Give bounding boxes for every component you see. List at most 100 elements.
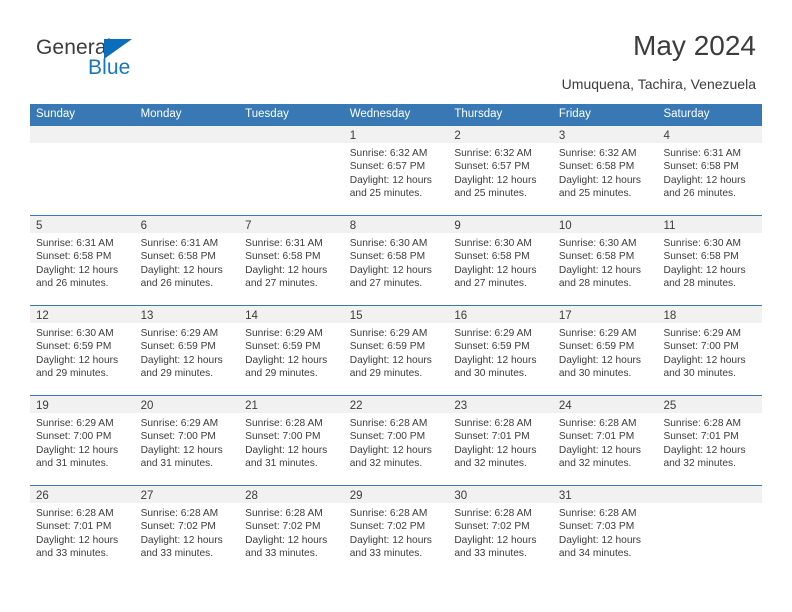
day-cell[interactable]: 11 Sunrise: 6:30 AM Sunset: 6:58 PM Dayl… bbox=[657, 216, 763, 305]
sunset-text: Sunset: 6:59 PM bbox=[140, 341, 216, 353]
day-cell[interactable]: 13 Sunrise: 6:29 AM Sunset: 6:59 PM Dayl… bbox=[134, 306, 240, 395]
day-number: 24 bbox=[558, 400, 572, 412]
sunrise-text: Sunrise: 6:28 AM bbox=[245, 508, 323, 519]
daylight-text-line2: and 25 minutes. bbox=[349, 187, 423, 199]
daylight-text-line1: Daylight: 12 hours bbox=[245, 444, 328, 456]
daylight-text-line2: and 31 minutes. bbox=[140, 457, 214, 469]
day-cell[interactable]: 21 Sunrise: 6:28 AM Sunset: 7:00 PM Dayl… bbox=[239, 396, 344, 485]
day-cell[interactable]: 7 Sunrise: 6:31 AM Sunset: 6:58 PM Dayli… bbox=[239, 216, 344, 305]
daylight-text-line1: Daylight: 12 hours bbox=[36, 354, 119, 366]
day-number-band: 28 bbox=[239, 486, 344, 503]
sunrise-text: Sunrise: 6:30 AM bbox=[663, 238, 742, 249]
day-number-band: 20 bbox=[134, 396, 240, 413]
day-cell[interactable]: 24 Sunrise: 6:28 AM Sunset: 7:01 PM Dayl… bbox=[552, 396, 658, 485]
day-details: Sunrise: 6:29 AM Sunset: 6:59 PM Dayligh… bbox=[553, 323, 658, 380]
day-cell[interactable] bbox=[134, 126, 240, 215]
day-number: 15 bbox=[349, 310, 363, 322]
day-number: 16 bbox=[454, 310, 468, 322]
day-cell[interactable]: 8 Sunrise: 6:30 AM Sunset: 6:58 PM Dayli… bbox=[343, 216, 449, 305]
day-cell[interactable]: 2 Sunrise: 6:32 AM Sunset: 6:57 PM Dayli… bbox=[448, 126, 553, 215]
day-details: Sunrise: 6:29 AM Sunset: 6:59 PM Dayligh… bbox=[448, 323, 553, 380]
day-cell[interactable]: 16 Sunrise: 6:29 AM Sunset: 6:59 PM Dayl… bbox=[448, 306, 553, 395]
day-number-band: 5 bbox=[30, 216, 135, 233]
sunrise-text: Sunrise: 6:29 AM bbox=[140, 328, 219, 339]
general-blue-logo[interactable]: General Blue bbox=[36, 36, 216, 84]
sunset-text: Sunset: 7:02 PM bbox=[140, 521, 216, 533]
day-cell[interactable]: 4 Sunrise: 6:31 AM Sunset: 6:58 PM Dayli… bbox=[657, 126, 763, 215]
day-details: Sunrise: 6:30 AM Sunset: 6:59 PM Dayligh… bbox=[30, 323, 135, 380]
day-details: Sunrise: 6:29 AM Sunset: 7:00 PM Dayligh… bbox=[657, 323, 762, 380]
weekday-header-row: Sunday Monday Tuesday Wednesday Thursday… bbox=[30, 104, 762, 125]
day-details bbox=[30, 143, 135, 147]
day-cell[interactable] bbox=[30, 126, 135, 215]
day-cell[interactable]: 3 Sunrise: 6:32 AM Sunset: 6:58 PM Dayli… bbox=[552, 126, 658, 215]
day-number: 19 bbox=[36, 400, 49, 412]
daylight-text-line1: Daylight: 12 hours bbox=[558, 264, 642, 276]
day-cell[interactable]: 28 Sunrise: 6:28 AM Sunset: 7:02 PM Dayl… bbox=[239, 486, 344, 575]
day-cell[interactable]: 12 Sunrise: 6:30 AM Sunset: 6:59 PM Dayl… bbox=[30, 306, 135, 395]
sunrise-text: Sunrise: 6:28 AM bbox=[663, 418, 742, 429]
day-details: Sunrise: 6:28 AM Sunset: 7:00 PM Dayligh… bbox=[344, 413, 449, 470]
sunrise-text: Sunrise: 6:29 AM bbox=[140, 418, 219, 429]
sunrise-text: Sunrise: 6:32 AM bbox=[349, 148, 428, 159]
weekday-header-monday: Monday bbox=[140, 108, 182, 120]
sunrise-text: Sunrise: 6:31 AM bbox=[36, 238, 114, 249]
sunset-text: Sunset: 6:57 PM bbox=[349, 161, 426, 173]
day-cell[interactable]: 27 Sunrise: 6:28 AM Sunset: 7:02 PM Dayl… bbox=[134, 486, 240, 575]
day-number: 10 bbox=[558, 220, 572, 232]
daylight-text-line1: Daylight: 12 hours bbox=[140, 534, 223, 546]
daylight-text-line1: Daylight: 12 hours bbox=[349, 354, 432, 366]
day-cell[interactable]: 1 Sunrise: 6:32 AM Sunset: 6:57 PM Dayli… bbox=[343, 126, 449, 215]
day-cell[interactable]: 15 Sunrise: 6:29 AM Sunset: 6:59 PM Dayl… bbox=[343, 306, 449, 395]
day-cell[interactable]: 5 Sunrise: 6:31 AM Sunset: 6:58 PM Dayli… bbox=[30, 216, 135, 305]
day-cell[interactable]: 17 Sunrise: 6:29 AM Sunset: 6:59 PM Dayl… bbox=[552, 306, 658, 395]
daylight-text-line1: Daylight: 12 hours bbox=[349, 534, 432, 546]
day-details: Sunrise: 6:29 AM Sunset: 6:59 PM Dayligh… bbox=[135, 323, 240, 380]
day-cell[interactable]: 30 Sunrise: 6:28 AM Sunset: 7:02 PM Dayl… bbox=[448, 486, 553, 575]
day-cell[interactable]: 20 Sunrise: 6:29 AM Sunset: 7:00 PM Dayl… bbox=[134, 396, 240, 485]
day-details: Sunrise: 6:31 AM Sunset: 6:58 PM Dayligh… bbox=[30, 233, 135, 290]
day-number: 11 bbox=[663, 220, 676, 232]
daylight-text-line2: and 33 minutes. bbox=[454, 547, 527, 559]
day-cell[interactable] bbox=[239, 126, 344, 215]
day-number-band: 16 bbox=[448, 306, 553, 323]
day-cell[interactable]: 31 Sunrise: 6:28 AM Sunset: 7:03 PM Dayl… bbox=[552, 486, 658, 575]
day-number: 14 bbox=[245, 310, 258, 322]
day-details: Sunrise: 6:30 AM Sunset: 6:58 PM Dayligh… bbox=[448, 233, 553, 290]
sunset-text: Sunset: 7:00 PM bbox=[140, 431, 216, 443]
sunrise-text: Sunrise: 6:29 AM bbox=[454, 328, 532, 339]
day-cell[interactable]: 18 Sunrise: 6:29 AM Sunset: 7:00 PM Dayl… bbox=[657, 306, 763, 395]
day-cell[interactable]: 9 Sunrise: 6:30 AM Sunset: 6:58 PM Dayli… bbox=[448, 216, 553, 305]
daylight-text-line1: Daylight: 12 hours bbox=[663, 354, 746, 366]
day-cell[interactable]: 29 Sunrise: 6:28 AM Sunset: 7:02 PM Dayl… bbox=[343, 486, 449, 575]
day-number-band: 4 bbox=[657, 126, 763, 143]
day-cell[interactable]: 6 Sunrise: 6:31 AM Sunset: 6:58 PM Dayli… bbox=[134, 216, 240, 305]
day-cell[interactable]: 10 Sunrise: 6:30 AM Sunset: 6:58 PM Dayl… bbox=[552, 216, 658, 305]
day-cell[interactable]: 14 Sunrise: 6:29 AM Sunset: 6:59 PM Dayl… bbox=[239, 306, 344, 395]
day-details: Sunrise: 6:32 AM Sunset: 6:58 PM Dayligh… bbox=[553, 143, 658, 200]
sunrise-text: Sunrise: 6:30 AM bbox=[36, 328, 114, 339]
day-details: Sunrise: 6:28 AM Sunset: 7:02 PM Dayligh… bbox=[344, 503, 449, 560]
day-number-band: 27 bbox=[134, 486, 240, 503]
day-cell[interactable]: 22 Sunrise: 6:28 AM Sunset: 7:00 PM Dayl… bbox=[343, 396, 449, 485]
day-number: 17 bbox=[558, 310, 572, 322]
sunset-text: Sunset: 7:02 PM bbox=[245, 521, 321, 533]
daylight-text-line2: and 26 minutes. bbox=[36, 277, 109, 289]
daylight-text-line1: Daylight: 12 hours bbox=[349, 174, 432, 186]
sunset-text: Sunset: 7:00 PM bbox=[349, 431, 426, 443]
day-number-band: 14 bbox=[239, 306, 344, 323]
day-cell[interactable] bbox=[657, 486, 763, 575]
sunset-text: Sunset: 6:58 PM bbox=[36, 251, 112, 263]
daylight-text-line2: and 26 minutes. bbox=[140, 277, 214, 289]
day-cell[interactable]: 26 Sunrise: 6:28 AM Sunset: 7:01 PM Dayl… bbox=[30, 486, 135, 575]
sunset-text: Sunset: 6:59 PM bbox=[454, 341, 530, 353]
daylight-text-line2: and 31 minutes. bbox=[245, 457, 318, 469]
day-cell[interactable]: 19 Sunrise: 6:29 AM Sunset: 7:00 PM Dayl… bbox=[30, 396, 135, 485]
day-cell[interactable]: 23 Sunrise: 6:28 AM Sunset: 7:01 PM Dayl… bbox=[448, 396, 553, 485]
day-cell[interactable]: 25 Sunrise: 6:28 AM Sunset: 7:01 PM Dayl… bbox=[657, 396, 763, 485]
daylight-text-line2: and 26 minutes. bbox=[663, 187, 736, 199]
calendar-week-row: 5 Sunrise: 6:31 AM Sunset: 6:58 PM Dayli… bbox=[30, 215, 763, 305]
day-number: 12 bbox=[36, 310, 49, 322]
daylight-text-line2: and 27 minutes. bbox=[349, 277, 423, 289]
day-number: 27 bbox=[140, 490, 154, 502]
